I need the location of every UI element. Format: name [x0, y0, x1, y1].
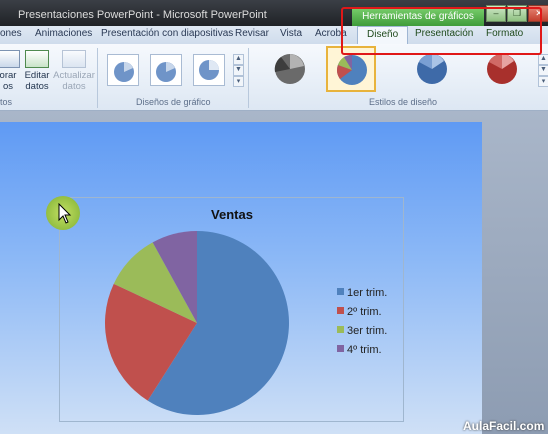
layouts-more-icon[interactable]: ▾	[233, 76, 244, 87]
legend-label: 4º trim.	[347, 344, 382, 356]
legend-swatch	[337, 326, 344, 333]
group-separator	[248, 48, 249, 108]
legend-swatch	[337, 307, 344, 314]
styles-scroll-up-icon[interactable]: ▲	[538, 54, 548, 65]
chart-layout-2[interactable]	[150, 54, 182, 86]
select-data-button[interactable]: orar os	[0, 50, 20, 92]
legend-swatch	[337, 288, 344, 295]
legend-label: 1er trim.	[347, 287, 388, 299]
pie-layout-icon	[199, 60, 219, 80]
chart-layouts-group-label: Diseños de gráfico	[136, 97, 211, 107]
move-cursor-icon	[58, 203, 72, 224]
legend-entry[interactable]: 3er trim.	[337, 325, 387, 339]
pie-layout-icon	[114, 62, 134, 82]
refresh-data-button[interactable]: Actualizar datos	[53, 50, 95, 92]
styles-more-icon[interactable]: ▾	[538, 76, 548, 87]
legend-label: 3er trim.	[347, 325, 388, 337]
tab-vista[interactable]: Vista	[280, 28, 302, 39]
legend-entry[interactable]: 4º trim.	[337, 344, 382, 358]
tab-partial[interactable]: ones	[0, 28, 22, 39]
chart-title[interactable]: Ventas	[197, 207, 267, 222]
chart-style-1[interactable]	[267, 48, 313, 90]
edit-data-button[interactable]: Editar datos	[23, 50, 51, 92]
legend-entry[interactable]: 1er trim.	[337, 287, 387, 301]
tab-animaciones[interactable]: Animaciones	[35, 28, 92, 39]
pie-layout-icon	[156, 62, 176, 82]
refresh-data-icon	[62, 50, 86, 68]
highlight-annotation	[341, 7, 542, 55]
layouts-scroll-down-icon[interactable]: ▼	[233, 65, 244, 76]
table-icon	[0, 50, 20, 68]
group-separator	[97, 48, 98, 108]
legend-label: 2º trim.	[347, 306, 382, 318]
window-title: Presentaciones PowerPoint - Microsoft Po…	[18, 9, 267, 21]
chart-styles-group-label: Estilos de diseño	[369, 97, 438, 107]
watermark: AulaFacil.com	[463, 419, 545, 433]
legend-swatch	[337, 345, 344, 352]
legend-entry[interactable]: 2º trim.	[337, 306, 382, 320]
excel-icon	[25, 50, 49, 68]
layouts-scroll-up-icon[interactable]: ▲	[233, 54, 244, 65]
data-group-label: tos	[0, 97, 13, 107]
styles-scroll-down-icon[interactable]: ▼	[538, 65, 548, 76]
tab-revisar[interactable]: Revisar	[235, 28, 269, 39]
chart-layout-3[interactable]	[193, 54, 225, 86]
pie-style-icon	[274, 54, 305, 84]
tab-presentacion-con-diapositivas[interactable]: Presentación con diapositivas	[101, 28, 233, 39]
chart-layout-1[interactable]	[107, 54, 139, 86]
